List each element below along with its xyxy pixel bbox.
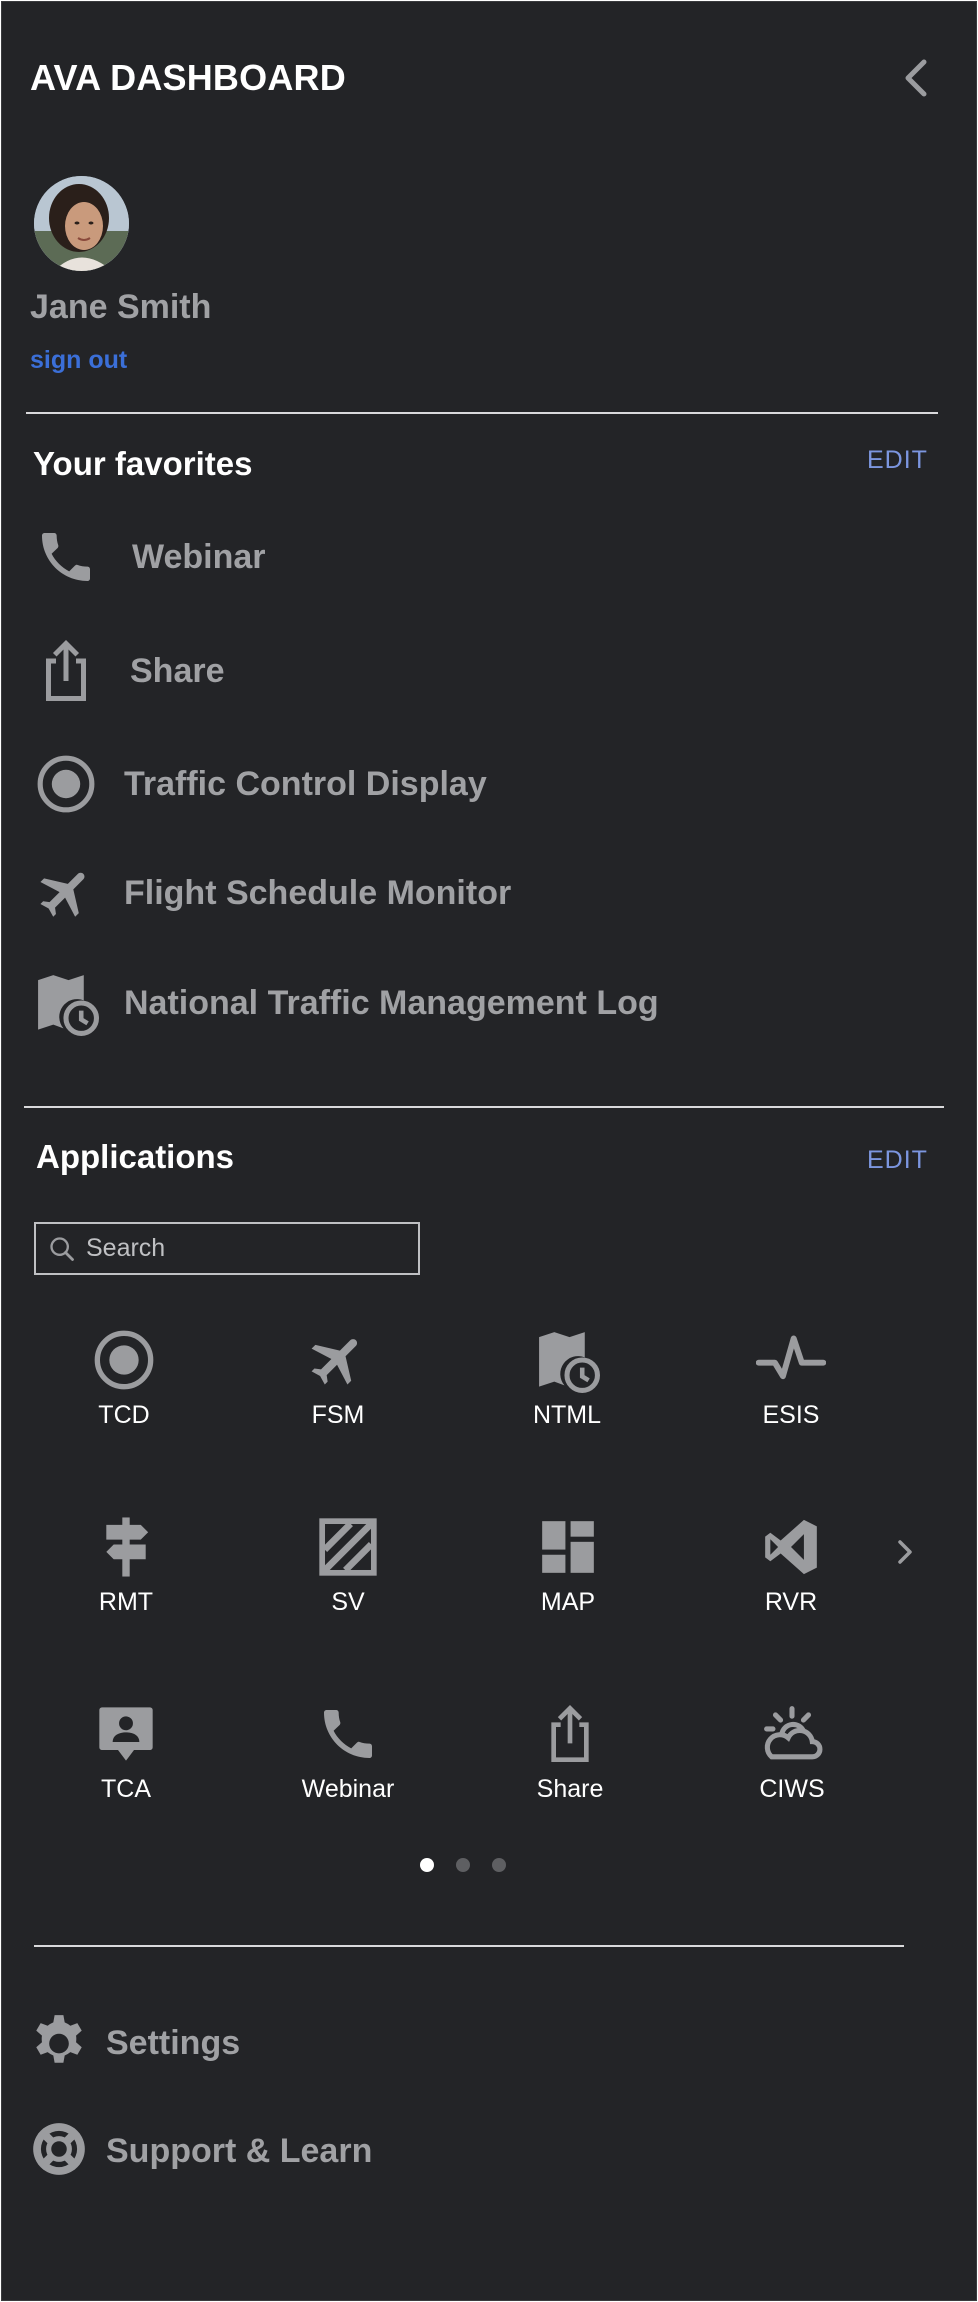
sign-out-link[interactable]: sign out xyxy=(30,346,127,375)
applications-edit-button[interactable]: EDIT xyxy=(867,1146,928,1175)
app-rmt[interactable]: RMT xyxy=(46,1512,206,1642)
favorite-label: Webinar xyxy=(132,537,266,576)
app-share[interactable]: Share xyxy=(490,1699,650,1829)
lifebuoy-icon xyxy=(28,2118,90,2185)
favorites-edit-button[interactable]: EDIT xyxy=(867,446,928,475)
contact-bubble-icon xyxy=(91,1699,161,1769)
user-name: Jane Smith xyxy=(30,288,212,326)
app-ntml[interactable]: NTML xyxy=(487,1325,647,1455)
favorites-title: Your favorites xyxy=(33,445,253,482)
divider xyxy=(26,412,938,414)
favorite-label: Share xyxy=(130,651,225,690)
app-label: RVR xyxy=(764,1588,818,1616)
app-webinar[interactable]: Webinar xyxy=(268,1699,428,1829)
favorite-item-flight-schedule-monitor[interactable]: Flight Schedule Monitor xyxy=(32,858,932,928)
share-icon xyxy=(535,1699,605,1769)
favorite-item-traffic-control-display[interactable]: Traffic Control Display xyxy=(32,749,932,819)
pulse-icon xyxy=(756,1325,826,1395)
weather-cloud-icon xyxy=(757,1699,827,1769)
avatar xyxy=(34,176,129,271)
app-label: SV xyxy=(331,1588,365,1616)
apps-next-button[interactable] xyxy=(890,1532,920,1572)
favorite-item-webinar[interactable]: Webinar xyxy=(32,522,932,592)
settings-label: Settings xyxy=(106,2023,241,2062)
app-map[interactable]: MAP xyxy=(488,1512,648,1642)
support-learn-item[interactable]: Support & Learn xyxy=(28,2116,372,2186)
radio-target-icon xyxy=(32,750,100,818)
favorite-item-share[interactable]: Share xyxy=(32,636,932,706)
favorite-label: National Traffic Management Log xyxy=(124,983,659,1022)
page-dot-1[interactable] xyxy=(420,1858,434,1872)
phone-icon xyxy=(32,523,100,591)
settings-item[interactable]: Settings xyxy=(28,2008,240,2078)
map-clock-icon xyxy=(32,969,100,1037)
chevron-right-icon xyxy=(898,1540,912,1564)
search-input[interactable] xyxy=(86,1234,406,1263)
page-dot-2[interactable] xyxy=(456,1858,470,1872)
divider xyxy=(34,1945,904,1947)
dashboard-panel: AVA DASHBOARD Jane Smith sign out Your f… xyxy=(1,1,977,2301)
page-title: AVA DASHBOARD xyxy=(30,57,346,98)
hatched-square-icon xyxy=(313,1512,383,1582)
search-icon xyxy=(50,1236,74,1261)
divider xyxy=(24,1106,944,1108)
map-clock-icon xyxy=(532,1325,602,1395)
support-label: Support & Learn xyxy=(106,2131,373,2170)
app-label: RMT xyxy=(98,1588,154,1616)
phone-icon xyxy=(313,1699,383,1769)
app-fsm[interactable]: FSM xyxy=(258,1325,418,1455)
app-tcd[interactable]: TCD xyxy=(44,1325,204,1455)
radio-target-icon xyxy=(89,1325,159,1395)
airplane-icon xyxy=(32,859,100,927)
share-icon xyxy=(32,637,100,705)
app-rvr[interactable]: RVR xyxy=(711,1512,871,1642)
app-sv[interactable]: SV xyxy=(268,1512,428,1642)
favorite-label: Traffic Control Display xyxy=(124,764,487,803)
app-label: Share xyxy=(536,1775,604,1803)
app-label: MAP xyxy=(540,1588,596,1616)
page-dot-3[interactable] xyxy=(492,1858,506,1872)
collapse-button[interactable] xyxy=(900,58,932,98)
gear-icon xyxy=(28,2010,90,2077)
app-tca[interactable]: TCA xyxy=(46,1699,206,1829)
app-esis[interactable]: ESIS xyxy=(711,1325,871,1455)
favorite-item-national-traffic-management-log[interactable]: National Traffic Management Log xyxy=(32,968,932,1038)
app-label: TCD xyxy=(98,1401,150,1429)
app-ciws[interactable]: CIWS xyxy=(712,1699,872,1829)
app-label: Webinar xyxy=(301,1775,395,1803)
airplane-icon xyxy=(303,1325,373,1395)
applications-title: Applications xyxy=(36,1138,235,1175)
app-label: CIWS xyxy=(759,1775,825,1803)
app-label: NTML xyxy=(532,1401,602,1429)
favorite-label: Flight Schedule Monitor xyxy=(124,873,512,912)
dashboard-grid-icon xyxy=(533,1512,603,1582)
app-label: TCA xyxy=(101,1775,151,1803)
app-label: FSM xyxy=(311,1401,365,1429)
app-label: ESIS xyxy=(762,1401,820,1429)
code-brackets-icon xyxy=(756,1512,826,1582)
chevron-left-icon xyxy=(905,59,927,97)
signpost-icon xyxy=(91,1512,161,1582)
search-box xyxy=(34,1222,420,1275)
